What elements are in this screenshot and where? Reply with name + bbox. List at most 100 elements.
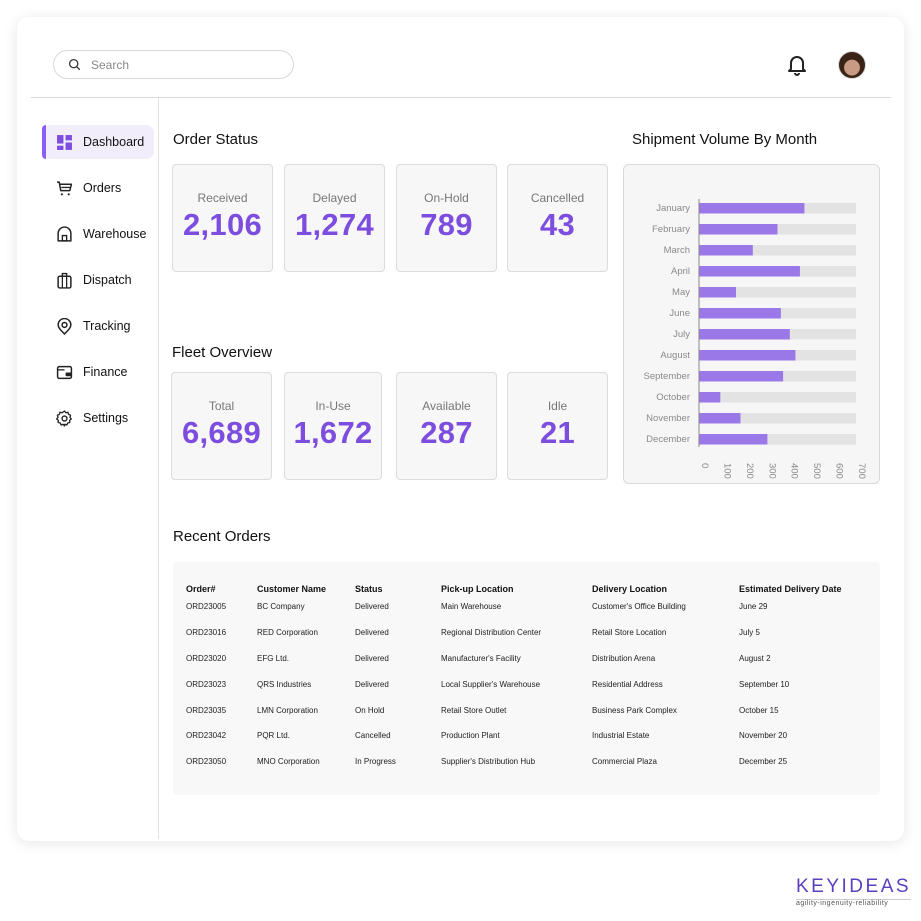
table-row[interactable]: ORD23023 QRS Industries Delivered Local Sup… (173, 671, 880, 697)
bar-october[interactable] (699, 392, 721, 403)
stat-card-total: Total 6,689 (171, 372, 272, 480)
sidebar-item-orders[interactable]: Orders (42, 171, 154, 205)
table-cell: Regional Distribution Center (441, 628, 542, 638)
table-cell: August 2 (739, 653, 771, 663)
sidebar-item-label: Dispatch (83, 273, 132, 287)
search-bar[interactable] (53, 50, 294, 79)
bar-december[interactable] (699, 434, 768, 445)
sidebar-item-warehouse[interactable]: Warehouse (42, 217, 154, 251)
table-row[interactable]: ORD23005 BC Company Delivered Main Warehous… (173, 594, 880, 620)
stat-label: On-Hold (424, 191, 469, 205)
bar-june[interactable] (699, 308, 781, 319)
x-tick-label: 0 (699, 463, 710, 468)
user-avatar[interactable] (838, 51, 866, 79)
y-tick-label: October (656, 392, 690, 403)
y-tick-label: January (656, 203, 690, 214)
warehouse-icon (57, 225, 72, 242)
column-header[interactable]: Order# (173, 562, 257, 594)
x-tick-label: 400 (789, 463, 800, 479)
x-tick-label: 200 (744, 463, 755, 479)
table-row[interactable]: ORD23050 MNO Corporation In Progress Suppli… (173, 749, 880, 775)
table-cell: Retail Store Outlet (441, 705, 507, 715)
sidebar-item-settings[interactable]: Settings (42, 401, 154, 435)
table-cell: Cancelled (355, 731, 391, 741)
table-cell: November 20 (739, 731, 788, 741)
y-tick-label: May (672, 287, 690, 298)
stat-value: 287 (420, 415, 473, 450)
wallet-icon (56, 365, 73, 379)
table-row[interactable]: ORD23016 RED Corporation Delivered Regional… (173, 620, 880, 646)
x-tick-label: 500 (811, 463, 822, 479)
stat-card-available: Available 287 (396, 372, 497, 480)
stat-label: Idle (547, 399, 568, 413)
column-header[interactable]: Delivery Location (592, 562, 739, 594)
stat-label: Cancelled (530, 191, 585, 205)
y-tick-label: July (673, 329, 690, 340)
table-cell: July 5 (739, 628, 760, 638)
stat-card-idle: Idle 21 (507, 372, 608, 480)
x-tick-label: 700 (856, 463, 867, 479)
sidebar-item-label: Dashboard (83, 135, 145, 149)
y-tick-label: December (646, 434, 690, 445)
chart-title: Shipment Volume By Month (632, 131, 818, 148)
fleet-overview-title: Fleet Overview (172, 344, 273, 361)
table-cell: ORD23020 (186, 653, 227, 663)
search-input[interactable] (91, 57, 271, 72)
recent-orders-table: Order# Customer Name Status Pick-up Loca… (173, 562, 880, 795)
brand-tagline: agility-ingenuity-reliability (796, 899, 912, 907)
bar-november[interactable] (699, 413, 741, 424)
table-cell: September 10 (739, 679, 790, 689)
bell-icon[interactable] (785, 53, 809, 77)
table-row[interactable]: ORD23042 PQR Ltd. Cancelled Production Plan… (173, 723, 880, 749)
bar-february[interactable] (699, 224, 778, 235)
bar-july[interactable] (699, 329, 790, 340)
sidebar-item-dashboard[interactable]: Dashboard (42, 125, 154, 159)
table-cell: Supplier's Distribution Hub (441, 757, 536, 767)
sidebar-item-tracking[interactable]: Tracking (42, 309, 154, 343)
bar-january[interactable] (699, 203, 805, 214)
bar-march[interactable] (699, 245, 753, 256)
y-tick-label: November (646, 413, 690, 424)
table-cell: Distribution Arena (592, 653, 656, 663)
y-tick-label: June (669, 308, 690, 319)
table-cell: Delivered (355, 679, 389, 689)
column-header[interactable]: Status (355, 562, 441, 594)
table-cell: BC Company (257, 602, 305, 612)
bar-may[interactable] (699, 287, 737, 298)
table-cell: ORD23016 (186, 628, 227, 638)
bar-august[interactable] (699, 350, 796, 361)
table-cell: EFG Ltd. (257, 653, 290, 663)
column-header[interactable]: Pick-up Location (441, 562, 592, 594)
table-cell: PQR Ltd. (257, 731, 290, 741)
table-cell: December 25 (739, 757, 788, 767)
stat-value: 1,274 (294, 207, 375, 242)
stat-value: 43 (539, 207, 576, 242)
stat-value: 1,672 (293, 415, 373, 450)
y-tick-label: August (660, 350, 690, 361)
table-cell: Industrial Estate (592, 731, 650, 741)
search-icon (68, 58, 81, 71)
location-pin-icon (57, 317, 72, 335)
table-row[interactable]: ORD23020 EFG Ltd. Delivered Manufacturer's … (173, 646, 880, 672)
x-tick-label: 600 (834, 463, 845, 479)
sidebar-item-label: Settings (83, 411, 129, 425)
bar-september[interactable] (699, 371, 784, 382)
table-cell: Business Park Complex (592, 705, 677, 715)
table-cell: Retail Store Location (592, 628, 667, 638)
brand-logo: KEYIDEAS agility-ingenuity-reliability (796, 876, 912, 907)
sidebar-divider (158, 98, 159, 839)
sidebar-item-label: Orders (83, 181, 122, 195)
table-cell: In Progress (355, 757, 396, 767)
table-cell: LMN Corporation (257, 705, 318, 715)
sidebar-item-dispatch[interactable]: Dispatch (42, 263, 154, 297)
bar-track (699, 392, 856, 403)
table-cell: Commercial Plaza (592, 757, 657, 767)
stat-label: In-Use (315, 399, 351, 413)
column-header[interactable]: Customer Name (257, 562, 355, 594)
table-row[interactable]: ORD23035 LMN Corporation On Hold Retail Sto… (173, 697, 880, 723)
column-header[interactable]: Estimated Delivery Date (739, 562, 880, 594)
sidebar-item-finance[interactable]: Finance (42, 355, 154, 389)
stat-card-in-use: In-Use 1,672 (284, 372, 382, 480)
stat-value: 2,106 (182, 207, 263, 242)
bar-april[interactable] (699, 266, 800, 277)
